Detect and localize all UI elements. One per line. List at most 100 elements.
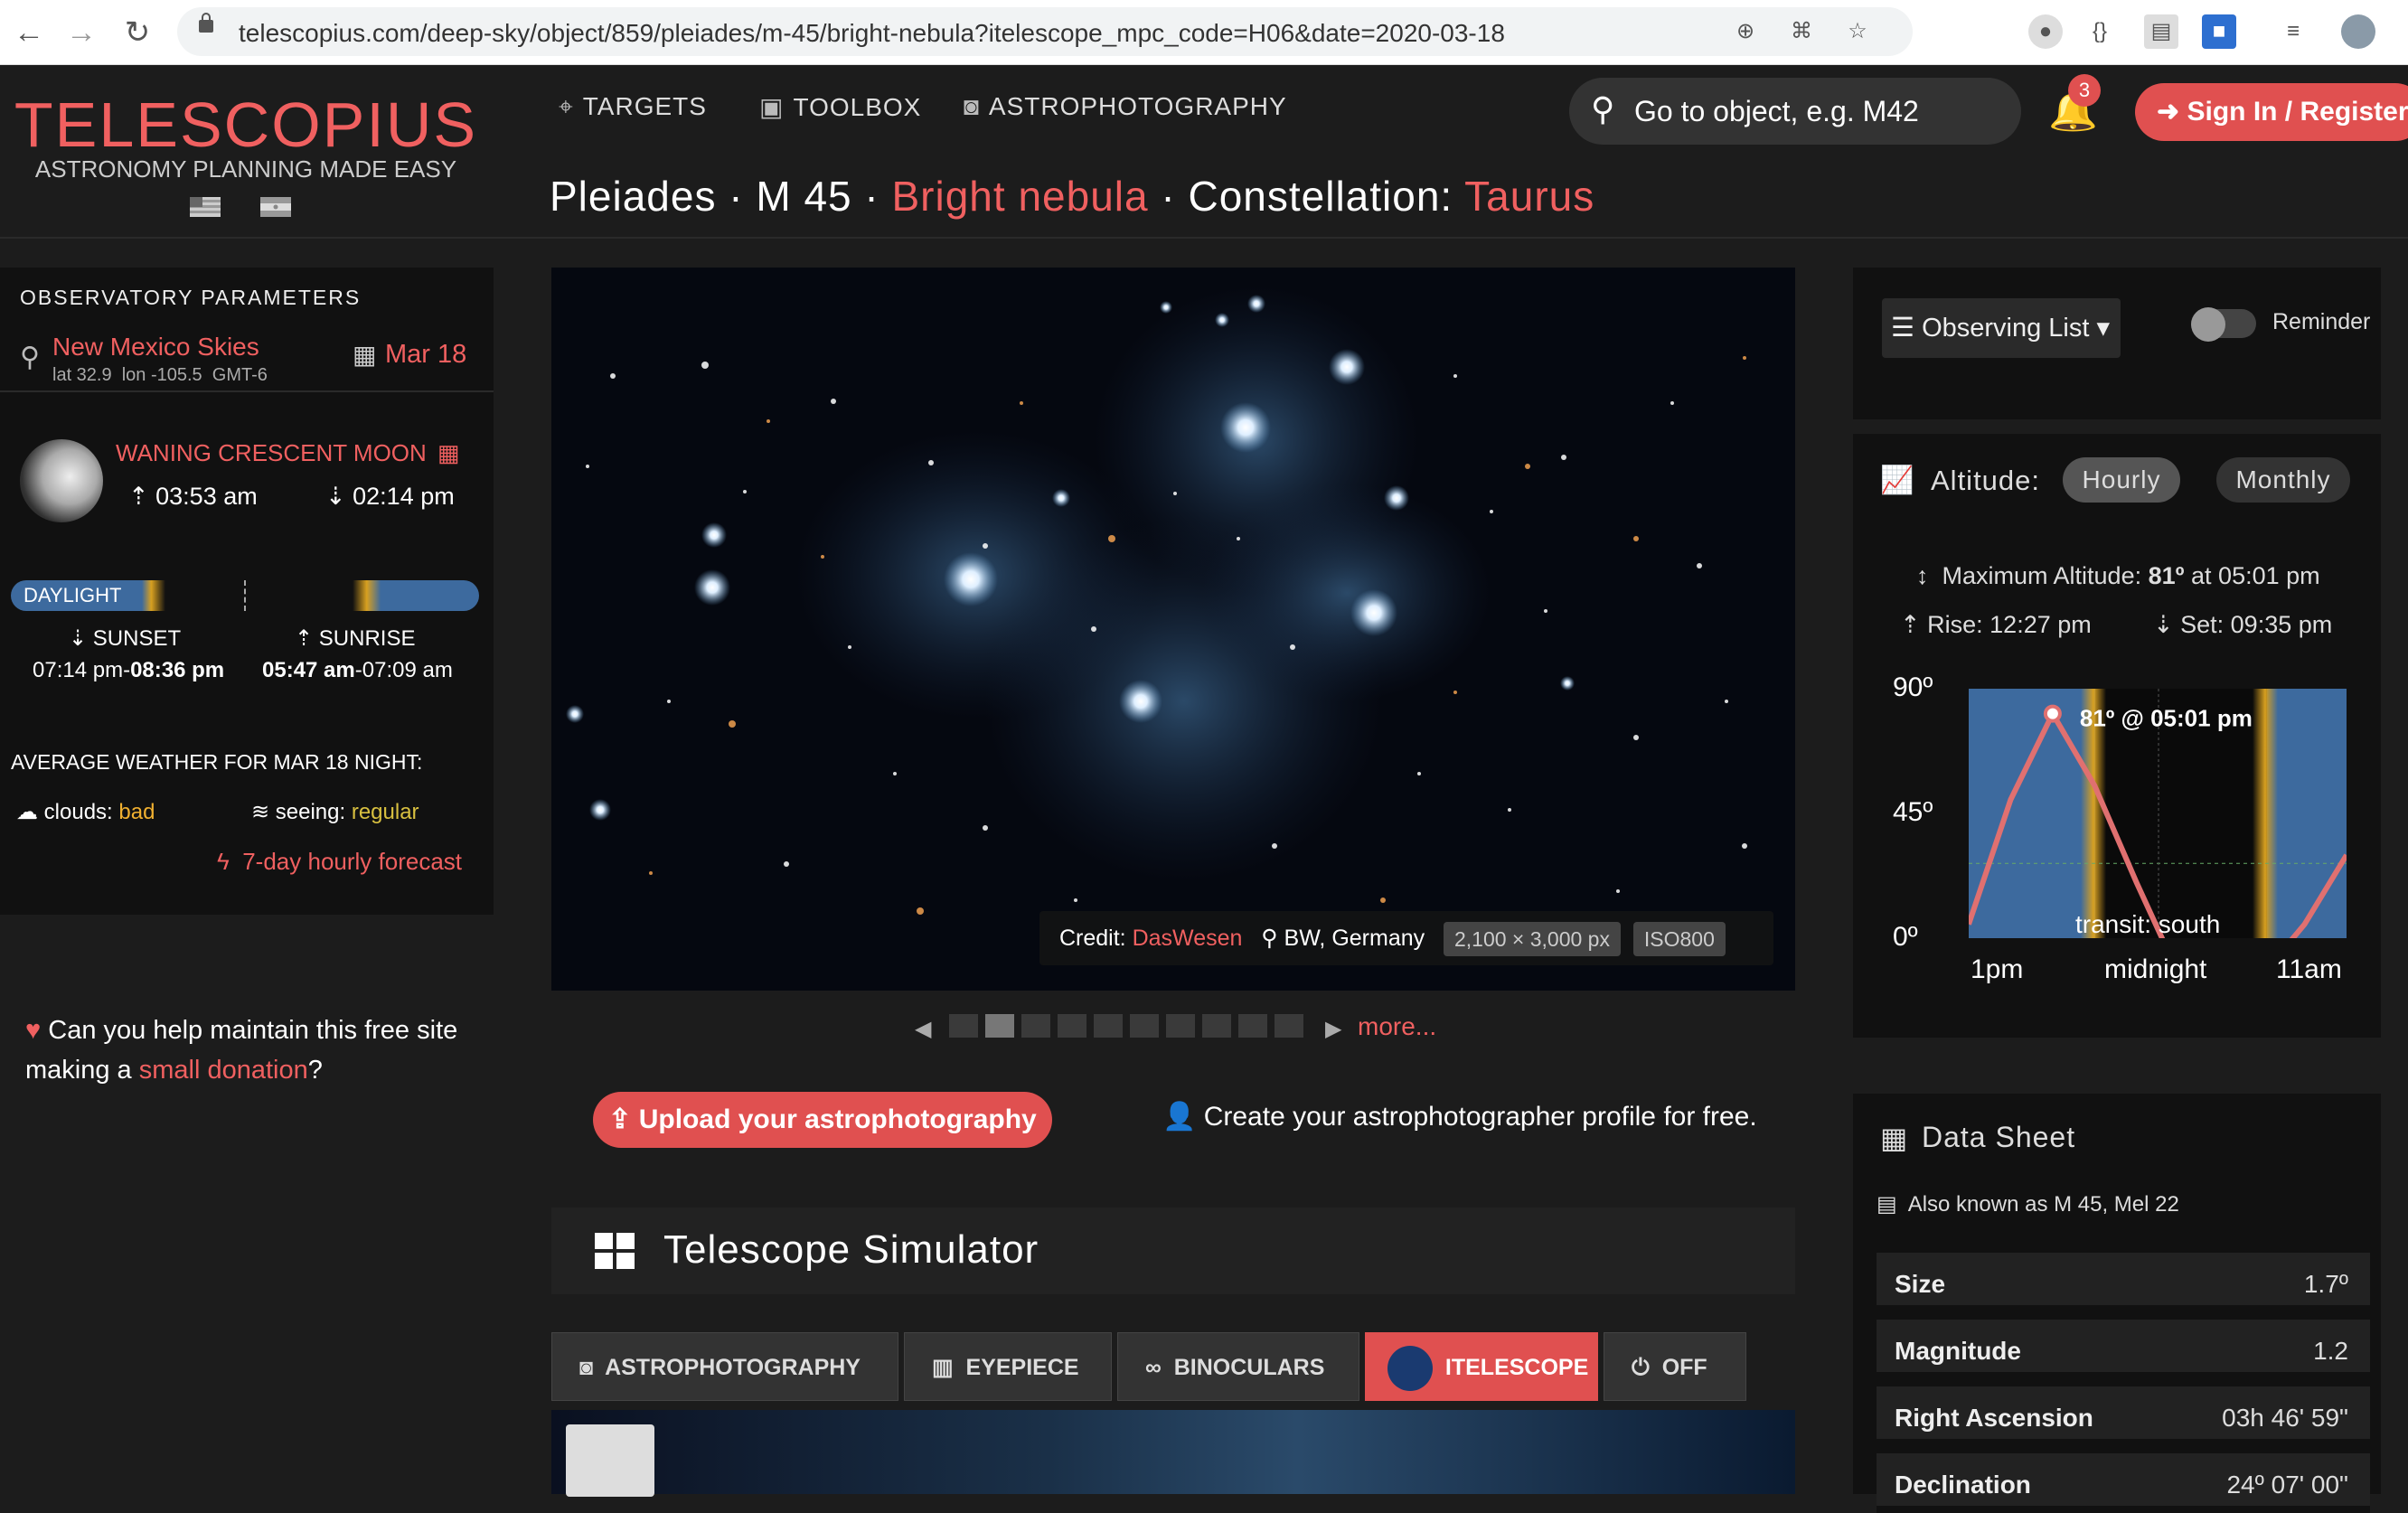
chart-x-tick: 11am [2276,954,2342,984]
sunset-label: ⇣ SUNSET [69,626,182,651]
bolt-icon: ϟ [217,848,230,875]
observatory-location-link[interactable]: New Mexico Skies [52,333,259,362]
extension-briefcase-icon[interactable]: ▤ [2144,14,2178,49]
nav-astrophotography[interactable]: ◙ ASTROPHOTOGRAPHY [964,92,1287,121]
moon-phase-image [20,439,103,522]
altitude-label: Altitude: [1931,465,2041,496]
location-pin-icon: ⚲ [20,343,40,372]
simulator-title: Telescope Simulator [663,1227,1039,1272]
moonrise-icon: ⇡ [128,483,149,510]
extension-icon[interactable]: ● [2028,14,2063,49]
chart-y-tick: 90º [1893,672,1933,702]
data-sheet-row: Size 1.7º [1877,1253,2370,1312]
tab-eyepiece[interactable]: ▥ EYEPIECE [904,1332,1112,1401]
sunrise-times: 05:47 am-07:09 am [262,658,453,682]
extension-badge-icon[interactable]: ■ [2202,14,2236,49]
bookmark-star-icon[interactable]: ☆ [1840,14,1875,49]
carousel-dot[interactable] [1238,1014,1267,1038]
carousel-dot[interactable] [1202,1014,1231,1038]
carousel-dot[interactable] [949,1014,978,1038]
itelescope-logo-icon [1387,1346,1433,1392]
maximum-altitude: ↕ Maximum Altitude: 81º at 05:01 pm [1916,562,2320,589]
site-logo[interactable]: TELESCOPIUS [0,89,492,161]
search-input[interactable] [1634,90,1996,132]
reminder-toggle[interactable] [2191,307,2256,342]
profile-avatar[interactable] [2341,14,2375,49]
moon-calendar-icon[interactable]: ▦ [437,439,460,467]
divider [0,390,494,392]
simulator-view[interactable] [551,1410,1795,1494]
tab-itelescope[interactable]: ITELESCOPE [1365,1332,1598,1401]
eyepiece-icon: ▥ [932,1355,954,1380]
chart-max-point [2043,704,2062,723]
address-bar[interactable]: telescopius.com/deep-sky/object/859/plei… [177,7,1913,56]
nav-targets[interactable]: ⌖ TARGETS [559,92,707,122]
constellation-link[interactable]: Taurus [1464,173,1594,220]
hourly-button[interactable]: Hourly [2063,457,2180,503]
rise-icon: ⇡ [1900,611,1921,638]
carousel-next-icon[interactable]: ▶ [1325,1016,1341,1042]
altitude-chart: 90º 45º 0º 1pm midnight 11am 81º @ 05:01 pm tra… [1893,672,2347,984]
data-sheet-row: Declination 24º 07' 00" [1877,1453,2370,1513]
reload-icon[interactable]: ↻ [118,13,157,52]
extension-code-icon[interactable]: {} [2083,14,2117,49]
browser-toolbar: ← → ↻ telescopius.com/deep-sky/object/85… [0,0,2408,65]
carousel-dot[interactable] [1058,1014,1086,1038]
us-flag-icon[interactable] [190,197,221,217]
argentina-flag-icon[interactable] [260,197,291,217]
carousel-dot[interactable] [985,1014,1014,1038]
back-arrow-icon[interactable]: ← [9,13,49,52]
chart-transit-label: transit: south [2075,910,2220,938]
chart-y-tick: 0º [1893,922,1918,952]
tab-binoculars[interactable]: ∞ BINOCULARS [1117,1332,1359,1401]
donation-link[interactable]: small donation [139,1056,308,1085]
object-search[interactable]: ⚲ [1569,78,2021,145]
sign-in-icon: ➜ [2157,97,2180,127]
carousel-prev-icon[interactable]: ◀ [915,1016,931,1042]
site-header: TELESCOPIUS ASTRONOMY PLANNING MADE EASY… [0,65,2408,239]
nav-toolbox[interactable]: ▣ TOOLBOX [759,92,921,122]
url-text[interactable]: telescopius.com/deep-sky/object/859/plei… [239,19,1505,48]
calendar-icon: ▦ [353,341,377,369]
media-queue-icon[interactable]: ≡ [2276,14,2310,49]
sign-in-button[interactable]: ➜ Sign In / Register [2135,83,2408,141]
seeing-waves-icon: ≋ [251,800,270,824]
object-type-link[interactable]: Bright nebula [892,173,1149,220]
arrows-vertical-icon: ↕ [1916,562,1929,589]
credit-author-link[interactable]: DasWesen [1133,926,1243,951]
heart-icon: ♥ [25,1016,42,1045]
caret-down-icon: ▾ [2096,314,2111,343]
monthly-button[interactable]: Monthly [2216,457,2350,503]
upload-icon: ⇪ [608,1104,632,1134]
daylight-bar: DAYLIGHT [11,580,479,611]
simulator-header: Telescope Simulator [551,1208,1795,1294]
lock-icon [199,13,213,33]
carousel-dot[interactable] [1275,1014,1303,1038]
data-sheet-value: 1.2 [2313,1337,2348,1365]
user-icon: 👤 [1162,1102,1197,1132]
page-title: Pleiades · M 45 · Bright nebula · Conste… [550,173,1595,220]
carousel-dot[interactable] [1130,1014,1159,1038]
tab-astrophotography[interactable]: ◙ ASTROPHOTOGRAPHY [551,1332,898,1401]
crosshair-icon: ⌖ [559,92,574,120]
date-picker[interactable]: Mar 18 [385,340,466,370]
moon-phase-label: WANING CRESCENT MOON [116,439,427,466]
seeing: ≋ seeing: regular [251,800,419,824]
forward-arrow-icon[interactable]: → [61,13,101,52]
carousel-dot[interactable] [1094,1014,1123,1038]
observatory-dome-icon[interactable] [566,1424,654,1497]
chart-annotation: 81º @ 05:01 pm [2080,705,2253,732]
more-photos-link[interactable]: more... [1358,1012,1436,1041]
carousel-dot[interactable] [1166,1014,1195,1038]
carousel-dot[interactable] [1021,1014,1050,1038]
upload-astrophotography-button[interactable]: ⇪ Upload your astrophotography [593,1092,1052,1148]
list-icon: ☰ [1891,314,1914,343]
zoom-icon[interactable]: ⊕ [1728,14,1763,49]
forecast-link[interactable]: ϟ 7-day hourly forecast [217,848,462,876]
observing-list-dropdown[interactable]: ☰ Observing List ▾ [1882,298,2121,358]
tab-off[interactable]: ⏻ OFF [1604,1332,1746,1401]
translate-icon[interactable]: ⌘ [1784,14,1819,49]
sunrise-icon: ⇡ [295,626,314,651]
object-photo[interactable]: Credit: DasWesen ⚲ BW, Germany 2,100 × 3… [551,268,1795,991]
data-sheet-value: 24º 07' 00" [2226,1471,2348,1499]
